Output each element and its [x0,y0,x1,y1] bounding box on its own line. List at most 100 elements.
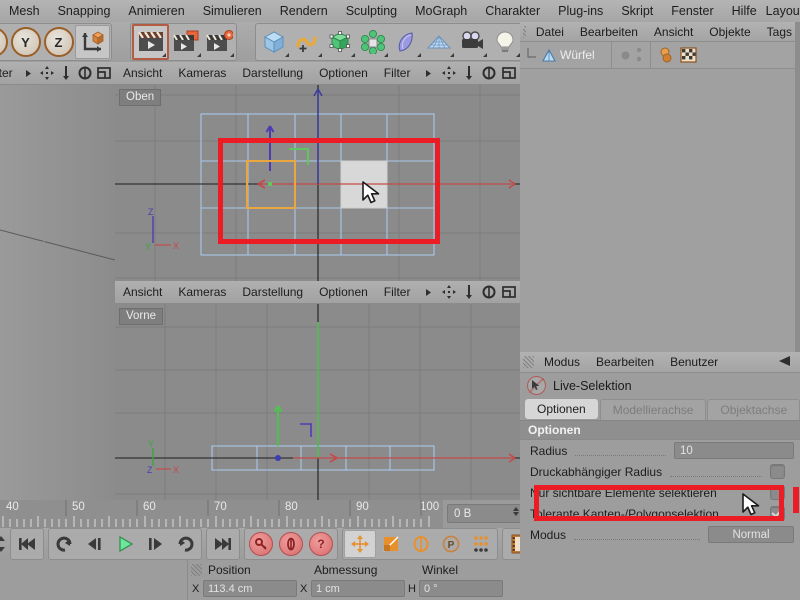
scale-key-button[interactable] [376,531,406,557]
viewport-top-menu-darstellung[interactable]: Darstellung [234,66,311,80]
viewport-front-menu-optionen[interactable]: Optionen [311,285,376,299]
point-level-animation-button[interactable] [466,531,496,557]
object-menu-ansicht[interactable]: Ansicht [646,25,701,39]
viewport-top-menu-filter[interactable]: Filter [376,66,419,80]
render-settings-button[interactable] [202,26,235,58]
play-forward-button[interactable] [140,531,170,557]
parameter-key-button[interactable]: P [436,531,466,557]
axis-y-lock-button[interactable]: Y [9,26,42,58]
rotation-key-button[interactable] [406,531,436,557]
position-key-button[interactable] [344,530,376,558]
viewport-top-menu-ansicht[interactable]: Ansicht [115,66,170,80]
camera-button[interactable] [455,26,488,58]
coord-position-x-field[interactable]: 113.4 cm [203,580,297,597]
object-tags-cell[interactable] [651,42,800,68]
record-keyframe-button[interactable] [246,531,276,557]
tab-objektachse[interactable]: Objektachse [707,399,800,420]
viewport-pan-icon[interactable] [440,65,457,82]
object-menu-objekte[interactable]: Objekte [701,25,758,39]
viewport-flyout-arrow-icon[interactable] [420,284,437,301]
tab-optionen[interactable]: Optionen [524,398,599,420]
menu-item-rendern[interactable]: Rendern [271,0,337,22]
array-button[interactable] [356,26,389,58]
viewport-top-menu-optionen[interactable]: Optionen [311,66,376,80]
frame-field-spinner[interactable] [513,507,519,516]
object-manager-empty-area[interactable] [520,69,800,354]
menu-item-snapping[interactable]: Snapping [49,0,120,22]
menu-item-simulieren[interactable]: Simulieren [194,0,271,22]
step-back-keyframe-button[interactable] [50,531,80,557]
menu-item-fenster[interactable]: Fenster [662,0,722,22]
light-button[interactable] [488,26,521,58]
object-manager-row-wuerfel[interactable]: Würfel [520,42,800,69]
viewport-rotate-icon[interactable] [77,65,93,82]
menu-item-plugins[interactable]: Plug-ins [549,0,612,22]
viewport-maximize-icon[interactable] [96,65,112,82]
timeline-spinner[interactable] [0,534,6,554]
object-visibility-cell[interactable] [612,42,651,68]
viewport-zoom-icon[interactable] [460,65,477,82]
object-menu-tags[interactable]: Tags [759,25,800,39]
viewport-maximize-icon[interactable] [500,65,517,82]
viewport-front-menu-ansicht[interactable]: Ansicht [115,285,170,299]
step-forward-keyframe-button[interactable] [170,531,200,557]
menu-item-sculpting[interactable]: Sculpting [337,0,406,22]
object-menu-datei[interactable]: Datei [528,25,572,39]
viewport-maximize-icon[interactable] [500,284,517,301]
viewport-left-menu-filter[interactable]: Filter [0,66,21,80]
material-tag-icon[interactable] [659,47,676,63]
panel-grip-icon[interactable] [191,564,202,576]
coord-size-x-field[interactable]: 1 cm [311,580,405,597]
attr-collapse-arrow-icon[interactable] [776,355,800,370]
viewport-pan-icon[interactable] [440,284,457,301]
texture-checker-tag-icon[interactable] [680,47,697,63]
viewport-flyout-arrow-icon[interactable] [420,65,437,82]
menu-item-animieren[interactable]: Animieren [119,0,193,22]
viewport-top-menu-kameras[interactable]: Kameras [170,66,234,80]
play-backwards-button[interactable] [80,531,110,557]
viewport-flyout-arrow-icon[interactable] [21,65,37,82]
generator-button[interactable] [323,26,356,58]
nur-sichtbare-elemente-selektieren-checkbox[interactable] [770,485,785,500]
cube-primitive-button[interactable] [257,26,290,58]
world-local-axis-button[interactable] [75,25,110,59]
go-to-start-button[interactable] [12,531,42,557]
attr-menu-benutzer[interactable]: Benutzer [662,355,726,369]
viewport-zoom-icon[interactable] [58,65,74,82]
go-to-end-button[interactable] [208,531,238,557]
viewport-rotate-icon[interactable] [480,65,497,82]
viewport-zoom-icon[interactable] [460,284,477,301]
autokey-button[interactable] [276,531,306,557]
viewport-rotate-icon[interactable] [480,284,497,301]
viewport-top-canvas[interactable]: Z Y X Oben [115,85,520,282]
coord-angle-h-field[interactable]: 0 ° [419,580,503,597]
tolerante-kanten-polygonselektion-checkbox[interactable] [770,506,785,521]
viewport-front-canvas[interactable]: Y Z X Vorne [115,304,520,501]
visibility-toggle-icon[interactable] [636,47,642,63]
visibility-dot-icon[interactable] [621,51,630,60]
render-view-button[interactable] [132,24,169,60]
keyframe-selection-button[interactable]: ? [306,531,336,557]
deformer-button[interactable] [389,26,422,58]
druckabhaengiger-radius-checkbox[interactable] [770,464,785,479]
viewport-front-menu-darstellung[interactable]: Darstellung [234,285,311,299]
panel-grip-icon[interactable] [523,25,526,38]
spline-button[interactable] [290,26,323,58]
panel-grip-icon[interactable] [523,356,534,368]
tab-modellierachse[interactable]: Modellierachse [599,399,707,420]
attr-menu-bearbeiten[interactable]: Bearbeiten [588,355,662,369]
render-picture-viewer-button[interactable] [169,26,202,58]
menu-item-charakter[interactable]: Charakter [476,0,549,22]
menu-item-mograph[interactable]: MoGraph [406,0,476,22]
play-button[interactable] [110,531,140,557]
modus-dropdown[interactable]: Normal [708,526,794,543]
timeline-ruler[interactable]: 40 50 60 70 80 90 100 [0,500,443,529]
viewport-pan-icon[interactable] [40,65,56,82]
radius-field[interactable]: 10 [674,442,794,459]
menu-item-hilfe[interactable]: Hilfe [723,0,766,22]
object-manager-scrollbar[interactable] [795,22,800,352]
frame-field[interactable]: 0 B [447,504,523,523]
axis-x-lock-button[interactable]: X [0,26,9,58]
menu-item-skript[interactable]: Skript [612,0,662,22]
viewport-top[interactable]: Ansicht Kameras Darstellung Optionen Fil… [115,62,520,282]
